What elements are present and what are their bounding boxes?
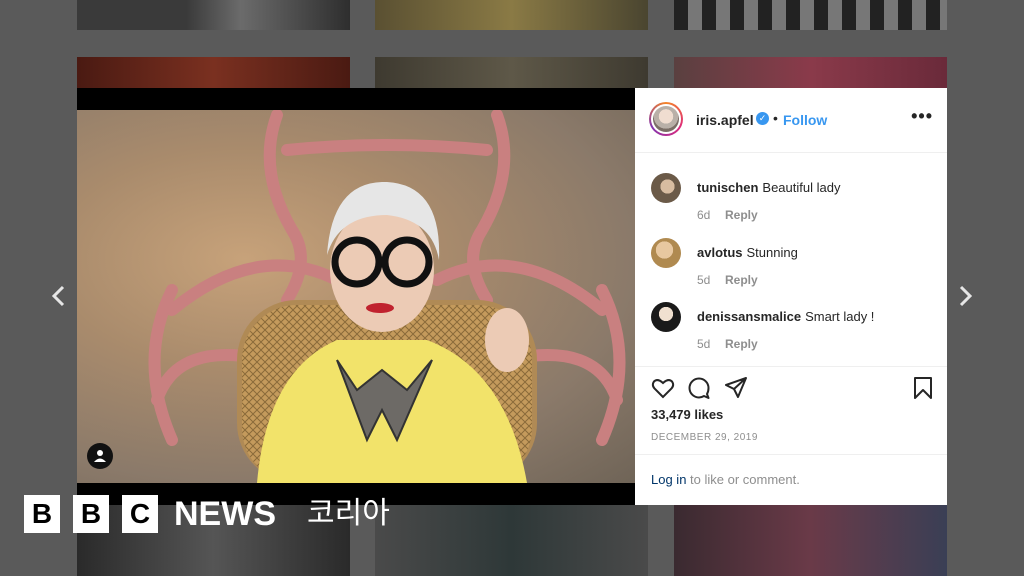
region-wordmark: 코리아 <box>307 497 390 530</box>
comment-username[interactable]: avlotus <box>697 245 743 260</box>
login-prompt: Log in to like or comment. <box>651 472 800 487</box>
grid-photo[interactable] <box>375 0 648 30</box>
reply-button[interactable]: Reply <box>725 208 758 222</box>
comment-body: Smart lady ! <box>805 309 875 324</box>
bbc-logo-block: B <box>73 495 109 533</box>
reply-button[interactable]: Reply <box>725 273 758 287</box>
user-tag-icon[interactable] <box>87 443 113 469</box>
verified-badge-icon: ✓ <box>756 112 769 125</box>
comment-age: 5d <box>697 273 711 287</box>
share-icon[interactable] <box>724 376 748 400</box>
comment-username[interactable]: denissansmalice <box>697 309 801 324</box>
comment-meta: 5d Reply <box>697 337 758 351</box>
avatar[interactable] <box>651 238 681 268</box>
avatar[interactable] <box>649 102 683 136</box>
comment-text: denissansmalice Smart lady ! <box>697 309 874 324</box>
separator: • <box>773 110 778 126</box>
post-photo-frame <box>77 88 635 505</box>
chevron-right-icon[interactable] <box>950 281 980 311</box>
news-wordmark: NEWS <box>174 495 276 533</box>
post-actions: 33,479 likes DECEMBER 29, 2019 <box>635 366 947 455</box>
comment-username[interactable]: tunischen <box>697 180 758 195</box>
grid-photo[interactable] <box>375 505 648 576</box>
post-date[interactable]: DECEMBER 29, 2019 <box>651 432 758 443</box>
login-link[interactable]: Log in <box>651 472 686 487</box>
likes-count[interactable]: 33,479 likes <box>651 407 723 422</box>
post-photo[interactable] <box>77 110 635 483</box>
comment-body: Beautiful lady <box>762 180 841 195</box>
comment-body: Stunning <box>746 245 798 260</box>
grid-photo[interactable] <box>674 505 947 576</box>
bookmark-icon[interactable] <box>911 376 935 400</box>
reply-button[interactable]: Reply <box>725 337 758 351</box>
comment-text: avlotus Stunning <box>697 245 798 260</box>
grid-photo[interactable] <box>77 0 350 30</box>
grid-photo[interactable] <box>77 57 350 92</box>
grid-photo[interactable] <box>674 0 947 30</box>
follow-button[interactable]: Follow <box>783 112 827 128</box>
grid-photo[interactable] <box>674 57 947 92</box>
comment-age: 5d <box>697 337 711 351</box>
comment-item: denissansmalice Smart lady ! 5d Reply <box>651 302 936 362</box>
avatar[interactable] <box>651 302 681 332</box>
comment-age: 6d <box>697 208 711 222</box>
comment-meta: 6d Reply <box>697 208 758 222</box>
comment-meta: 5d Reply <box>697 273 758 287</box>
comment-item: avlotus Stunning 5d Reply <box>651 238 936 298</box>
post-header: iris.apfel ✓ • Follow ••• <box>635 88 947 153</box>
bbc-logo-block: C <box>122 495 158 533</box>
bbc-logo-block: B <box>24 495 60 533</box>
more-options-icon[interactable]: ••• <box>911 106 933 127</box>
comment-icon[interactable] <box>687 376 711 400</box>
grid-photo[interactable] <box>375 57 648 92</box>
chevron-left-icon[interactable] <box>44 281 74 311</box>
post-panel: iris.apfel ✓ • Follow ••• tunischen Beaut… <box>635 88 947 505</box>
avatar[interactable] <box>651 173 681 203</box>
comment-item: tunischen Beautiful lady 6d Reply <box>651 173 936 233</box>
username-link[interactable]: iris.apfel <box>696 112 754 128</box>
login-prompt-text: to like or comment. <box>686 472 800 487</box>
comment-text: tunischen Beautiful lady <box>697 180 840 195</box>
heart-icon[interactable] <box>651 376 675 400</box>
post-photo-illustration <box>148 110 626 483</box>
comments-list: tunischen Beautiful lady 6d Reply avlotus S… <box>635 153 947 367</box>
